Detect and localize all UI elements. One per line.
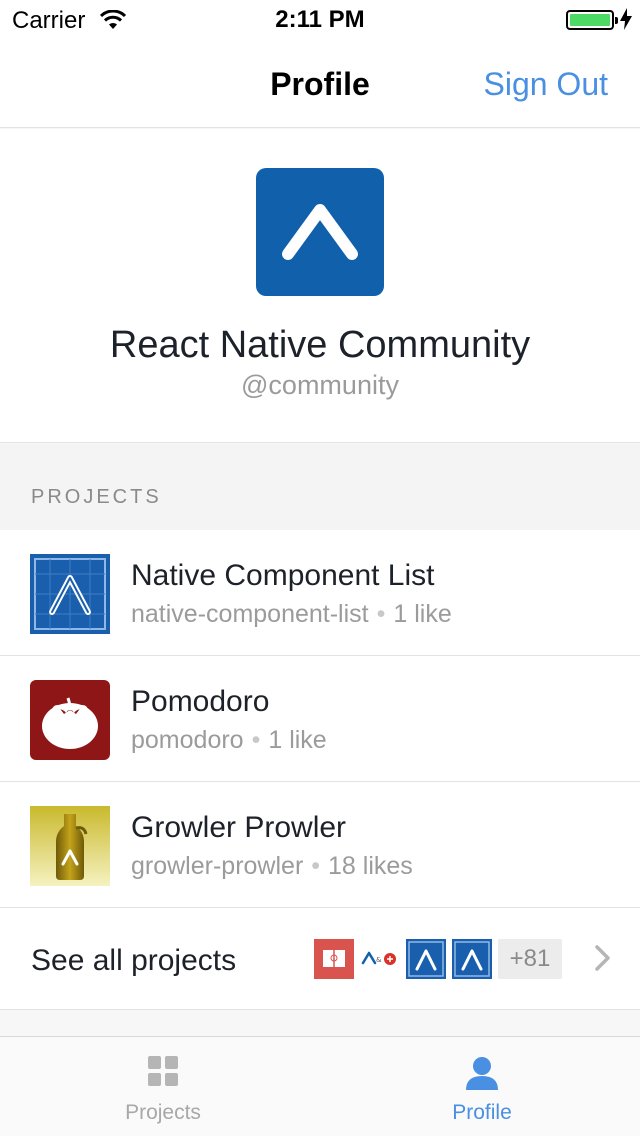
project-name: Growler Prowler	[131, 811, 347, 844]
tomato-icon	[30, 680, 110, 760]
status-bar: Carrier 2:11 PM	[0, 0, 640, 40]
list-item[interactable]: Native Component List native-component-l…	[0, 530, 640, 656]
charging-bolt-icon	[620, 8, 632, 35]
project-list: Native Component List native-component-l…	[0, 530, 640, 1010]
blueprint-expo-icon	[452, 939, 492, 979]
project-meta: growler-prowler • 18 likes	[131, 852, 413, 880]
project-slug: native-component-list	[131, 600, 369, 628]
projects-section-header: PROJECTS	[0, 444, 640, 530]
project-meta: native-component-list • 1 like	[131, 600, 452, 628]
tab-bar: Projects Profile	[0, 1036, 640, 1136]
navigation-bar: Profile Sign Out	[0, 40, 640, 128]
tab-label: Projects	[125, 1101, 201, 1124]
project-name: Pomodoro	[131, 685, 270, 718]
clock: 2:11 PM	[275, 6, 365, 33]
list-item[interactable]: Growler Prowler growler-prowler • 18 likes	[0, 782, 640, 908]
section-title: PROJECTS	[31, 486, 162, 508]
person-icon	[322, 1055, 640, 1091]
blueprint-expo-icon	[30, 554, 110, 634]
list-item[interactable]: Pomodoro pomodoro • 1 like	[0, 656, 640, 782]
project-likes: 1 like	[268, 726, 327, 754]
project-meta: pomodoro • 1 like	[131, 726, 327, 754]
sign-out-button[interactable]: Sign Out	[483, 66, 608, 103]
profile-handle: @community	[241, 370, 399, 400]
project-slug: growler-prowler	[131, 852, 304, 880]
project-name: Native Component List	[131, 559, 435, 592]
tab-profile[interactable]: Profile	[322, 1037, 640, 1136]
battery-icon	[566, 10, 618, 30]
grid-icon	[3, 1055, 323, 1087]
expo-logo-icon	[282, 204, 358, 260]
tab-label: Profile	[452, 1101, 512, 1124]
blueprint-expo-icon	[406, 939, 446, 979]
see-all-projects-label: See all projects	[31, 944, 237, 977]
svg-text:&: &	[376, 956, 382, 964]
growler-bottle-icon	[30, 806, 110, 886]
avatar	[256, 168, 384, 296]
tab-projects[interactable]: Projects	[3, 1037, 323, 1136]
chevron-right-icon	[594, 944, 612, 977]
see-all-projects-row[interactable]: See all projects & +81	[0, 908, 640, 1010]
project-likes: 18 likes	[328, 852, 413, 880]
expo-and-react-icon: &	[360, 939, 400, 979]
book-app-icon	[314, 939, 354, 979]
project-slug: pomodoro	[131, 726, 244, 754]
project-likes: 1 like	[393, 600, 452, 628]
profile-name: React Native Community	[109, 324, 531, 366]
project-thumbnails: & +81	[314, 939, 562, 979]
profile-header: React Native Community @community	[0, 129, 640, 443]
more-projects-badge: +81	[498, 939, 562, 979]
